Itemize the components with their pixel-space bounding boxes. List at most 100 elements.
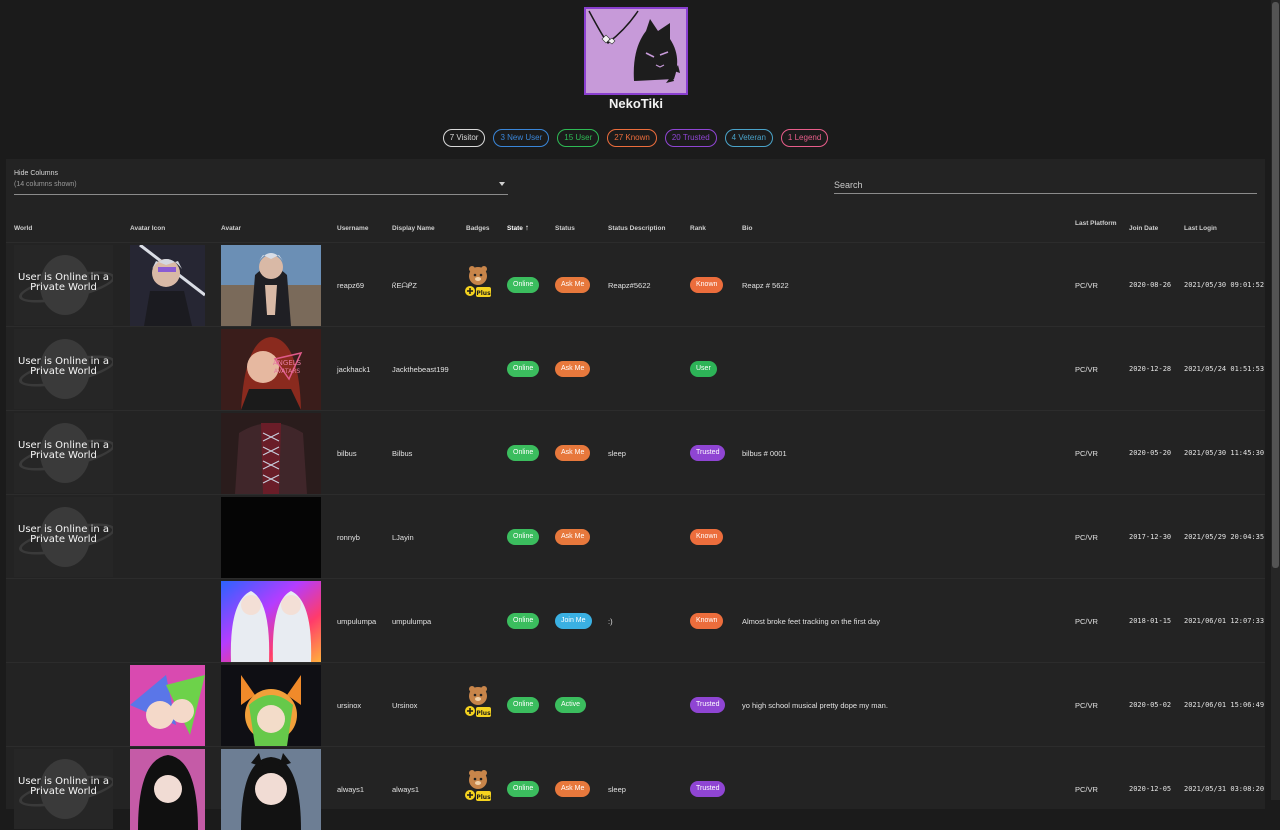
username-cell[interactable]: reapz69 [337, 281, 364, 290]
table-row[interactable]: User is Online in a Private World ronnyb L… [6, 494, 1265, 578]
private-world-thumbnail[interactable]: User is Online in a Private World [14, 497, 113, 577]
col-world[interactable]: World [14, 225, 32, 232]
private-world-thumbnail[interactable]: User is Online in a Private World [14, 749, 113, 829]
table-row[interactable]: User is Online in a Private World bilbus B… [6, 410, 1265, 494]
rank-chip[interactable]: 15 User [557, 129, 600, 147]
display-name-cell: Bilbus [392, 449, 413, 458]
avatar-image[interactable] [221, 665, 321, 746]
rank-pill: Known [690, 613, 724, 629]
private-world-thumbnail[interactable]: User is Online in a Private World [14, 329, 113, 409]
username-cell[interactable]: ursinox [337, 701, 361, 710]
hide-columns-label: Hide Columns [14, 170, 58, 177]
last-login-cell: 2021/05/30 11:45:30 [1184, 449, 1265, 457]
col-rank[interactable]: Rank [690, 225, 706, 232]
last-login-cell: 2021/05/29 20:04:35 [1184, 533, 1265, 541]
table-row[interactable]: User is Online in a Private World ANGELS A… [6, 326, 1265, 410]
sort-ascending-icon[interactable]: ↑ [525, 224, 529, 232]
rank-chip[interactable]: 20 Trusted [664, 129, 717, 147]
last-platform-cell: PC/VR [1075, 617, 1098, 626]
table-row[interactable]: ursinox Ursinox Plus Online Active Trusted yo … [6, 662, 1265, 746]
col-avatar[interactable]: Avatar [221, 225, 241, 232]
join-date-cell: 2018-01-15 [1129, 617, 1172, 625]
avatar-icon-image[interactable] [130, 749, 205, 830]
hide-columns-select[interactable]: Hide Columns (14 columns shown) [14, 170, 508, 195]
rank-chip[interactable]: 4 Veteran [724, 129, 773, 147]
col-badges[interactable]: Badges [466, 225, 489, 232]
rank-chip[interactable]: 7 Visitor [442, 129, 486, 147]
join-date-cell: 2020-05-20 [1129, 449, 1172, 457]
join-date-cell: 2020-12-28 [1129, 365, 1172, 373]
table-row[interactable]: User is Online in a Private World always1… [6, 746, 1265, 830]
rank-chip[interactable]: 3 New User [493, 129, 550, 147]
display-name-cell: LJayin [392, 533, 414, 542]
col-status-description[interactable]: Status Description [608, 225, 665, 232]
last-platform-cell: PC/VR [1075, 701, 1098, 710]
last-login-cell: 2021/05/24 01:51:53 [1184, 365, 1265, 373]
status-description-cell: :) [608, 617, 613, 626]
col-username[interactable]: Username [337, 225, 368, 232]
col-last-platform[interactable]: Last Platform [1075, 220, 1117, 227]
rank-pill: Trusted [690, 445, 726, 461]
join-date-cell: 2020-05-02 [1129, 701, 1172, 709]
table-row[interactable]: umpulumpa umpulumpa Online Join Me:) Known Al… [6, 578, 1265, 662]
last-platform-cell: PC/VR [1075, 365, 1098, 374]
col-join-date[interactable]: Join Date [1129, 225, 1158, 232]
join-date-cell: 2017-12-30 [1129, 533, 1172, 541]
avatar-image[interactable]: ANGELS AVATARS [221, 329, 321, 410]
avatar-icon-image[interactable] [130, 245, 205, 326]
avatar-image[interactable] [221, 581, 321, 662]
avatar-icon-image[interactable] [130, 665, 205, 746]
hide-columns-value: (14 columns shown) [14, 181, 77, 188]
status-description-cell: sleep [608, 449, 626, 458]
private-world-text: User is Online in a Private World [18, 524, 109, 545]
svg-text:Plus: Plus [476, 290, 491, 297]
avatar-image[interactable] [221, 245, 321, 326]
last-login-cell: 2021/05/30 09:01:52 [1184, 281, 1265, 289]
col-state[interactable]: State ↑ [507, 224, 529, 233]
username-cell[interactable]: ronnyb [337, 533, 360, 542]
join-date-cell: 2020-12-05 [1129, 785, 1172, 793]
svg-text:AVATARS: AVATARS [274, 368, 301, 375]
username-cell[interactable]: always1 [337, 785, 364, 794]
avatar-image[interactable] [221, 413, 321, 494]
username-cell[interactable]: bilbus [337, 449, 357, 458]
status-pill: Active [555, 697, 587, 713]
col-display-name[interactable]: Display Name [392, 225, 435, 232]
col-bio[interactable]: Bio [742, 225, 752, 232]
display-name-cell: Ursinox [392, 701, 418, 710]
search-field[interactable]: Search [834, 180, 1257, 194]
private-world-thumbnail[interactable]: User is Online in a Private World [14, 245, 113, 325]
rank-chip[interactable]: 27 Known [607, 129, 657, 147]
rank-chip[interactable]: 1 Legend [780, 129, 829, 147]
private-world-thumbnail[interactable]: User is Online in a Private World [14, 413, 113, 493]
state-pill: Online [507, 361, 540, 377]
search-input[interactable]: Search [834, 180, 1257, 190]
table-row[interactable]: User is Online in a Private World reapz69… [6, 242, 1265, 326]
rank-filter-chips: 7 Visitor 3 New User 15 User 27 Known 20 Tru… [0, 129, 1271, 147]
rank-pill: Known [690, 277, 724, 293]
status-pill: Join Me [555, 613, 592, 629]
vertical-scrollbar[interactable] [1271, 0, 1280, 800]
display-name-cell: always1 [392, 785, 420, 794]
svg-text:Plus: Plus [476, 710, 491, 717]
last-platform-cell: PC/VR [1075, 785, 1098, 794]
bio-cell: Almost broke feet tracking on the first … [742, 617, 880, 626]
username-cell[interactable]: umpulumpa [337, 617, 376, 626]
private-world-text: User is Online in a Private World [18, 356, 109, 377]
scrollbar-thumb[interactable] [1272, 2, 1279, 568]
bio-cell: Reapz # 5622 [742, 281, 789, 290]
col-last-login[interactable]: Last Login [1184, 225, 1217, 232]
bio-cell: yo high school musical pretty dope my ma… [742, 701, 888, 710]
chevron-down-icon[interactable] [499, 182, 505, 186]
status-pill: Ask Me [555, 529, 591, 545]
avatar-image[interactable] [221, 497, 321, 578]
status-pill: Ask Me [555, 781, 591, 797]
username-cell[interactable]: jackhack1 [337, 365, 370, 374]
profile-avatar [584, 7, 688, 95]
vrchat-plus-badge-icon: Plus [464, 265, 492, 303]
avatar-image[interactable] [221, 749, 321, 830]
state-pill: Online [507, 781, 540, 797]
status-pill: Ask Me [555, 445, 591, 461]
col-status[interactable]: Status [555, 225, 575, 232]
col-avatar-icon[interactable]: Avatar Icon [130, 225, 165, 232]
